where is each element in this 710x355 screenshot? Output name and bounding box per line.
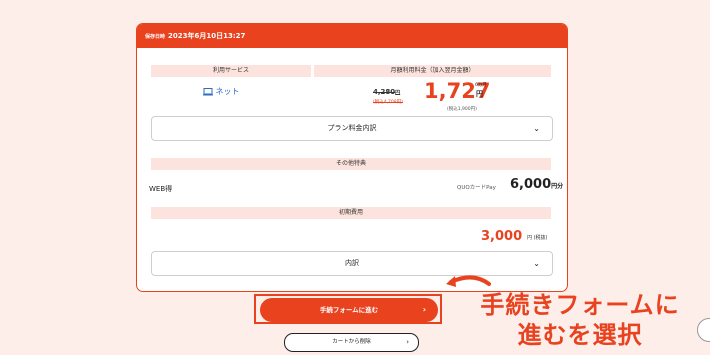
card-header: 保存日時 2023年6月10日13:27 [137, 24, 567, 48]
proceed-to-form-button[interactable]: 手続フォームに進む › [260, 298, 438, 322]
yen-unit: 円 [476, 90, 483, 98]
breakdown-label: 内訳 [345, 259, 359, 267]
plan-card: 保存日時 2023年6月10日13:27 利用サービス 月額利用料金（加入翌月金額… [136, 23, 568, 292]
web-perk-label: WEB得 [149, 185, 173, 193]
col-fee-header: 月額利用料金（加入翌月金額） [314, 65, 551, 77]
other-perks-header: その他特典 [151, 158, 551, 170]
service-name: ネット [215, 87, 240, 96]
chevron-right-icon: › [422, 305, 426, 314]
quo-value: 6,000円分 [510, 177, 564, 192]
remove-label: カートから削除 [332, 339, 371, 345]
old-price: 4,280円 [373, 88, 401, 96]
curved-arrow-icon [446, 275, 491, 287]
corner-badge-icon[interactable] [697, 318, 710, 342]
new-price-tax: (税込1,900円) [447, 107, 477, 112]
saved-date: 2023年6月10日13:27 [168, 32, 246, 40]
chevron-right-icon: › [406, 338, 409, 346]
col-service-header: 利用サービス [151, 65, 311, 77]
remove-from-cart-button[interactable]: カートから削除 › [284, 333, 419, 352]
plan-breakdown-label: プラン料金内訳 [327, 124, 377, 132]
annotation-text: 手続きフォームに 進むを選択 [465, 290, 695, 350]
chevron-down-icon: ⌄ [533, 124, 540, 133]
annotation-line-2: 進むを選択 [517, 321, 643, 349]
initial-fee-value: 3,000 [478, 229, 525, 244]
service-cell: ネット [203, 86, 240, 97]
proceed-label: 手続フォームに進む [319, 306, 379, 314]
pc-icon [203, 87, 213, 95]
initial-fee-unit: 円 (税抜) [527, 235, 548, 241]
chevron-down-icon: ⌄ [533, 259, 540, 268]
saved-label: 保存日時 [145, 34, 166, 40]
initial-fee-header: 初期費用 [151, 207, 551, 219]
per-month-label: 6カ月 [475, 83, 487, 88]
old-price-tax: (税込4,708円) [373, 100, 403, 105]
annotation-line-1: 手続きフォームに [480, 291, 680, 319]
plan-breakdown-dropdown[interactable]: プラン料金内訳 ⌄ [151, 116, 553, 141]
quo-label: QUOカードPay [457, 185, 496, 191]
